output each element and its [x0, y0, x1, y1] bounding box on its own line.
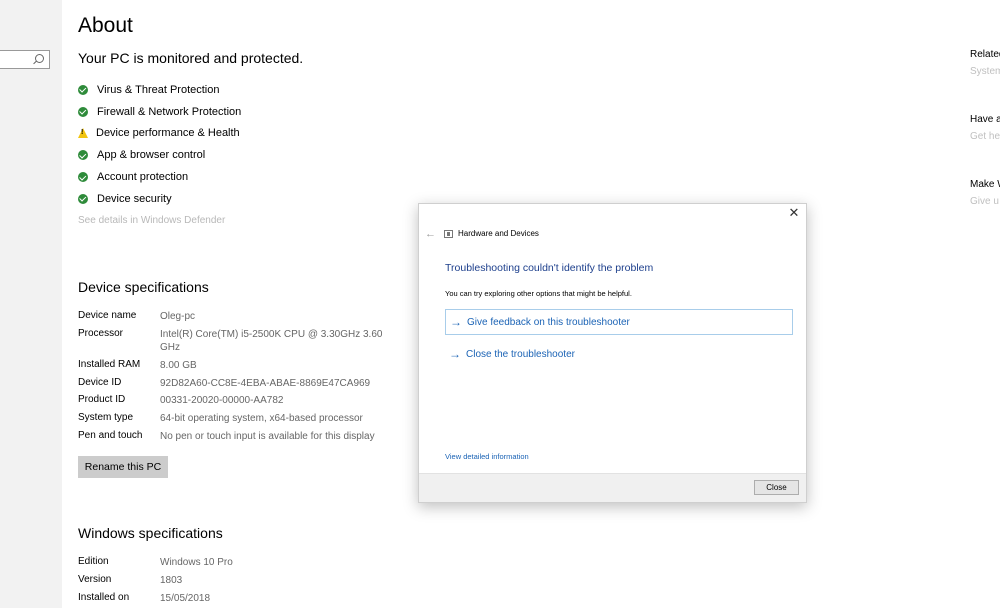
related-heading: Related: [970, 49, 1000, 60]
spec-row: Version 1803: [78, 574, 390, 587]
protection-item-label: App & browser control: [97, 149, 206, 162]
related-link[interactable]: System: [970, 66, 1000, 77]
spec-label: Edition: [78, 556, 109, 567]
spec-value[interactable]: No pen or touch input is available for t…: [160, 430, 400, 443]
spec-row: Product ID 00331-20020-00000-AA782: [78, 394, 390, 407]
spec-label: System type: [78, 412, 134, 423]
windows-specs-heading: Windows specifications: [78, 525, 223, 541]
have-question-heading: Have a: [970, 114, 1000, 125]
windows-defender-details-link[interactable]: See details in Windows Defender: [78, 215, 225, 226]
spec-value[interactable]: Windows 10 Pro: [160, 556, 390, 569]
protection-item: Account protection: [78, 166, 241, 188]
spec-value[interactable]: 00331-20020-00000-AA782: [160, 394, 390, 407]
view-detailed-info-link[interactable]: View detailed information: [445, 452, 529, 461]
close-button[interactable]: Close: [754, 480, 799, 495]
close-troubleshooter-option[interactable]: → Close the troubleshooter: [445, 341, 793, 367]
protection-item: Device performance & Health: [78, 123, 241, 145]
protection-status-heading: Your PC is monitored and protected.: [78, 50, 304, 66]
protection-item-label: Device performance & Health: [96, 127, 240, 140]
spec-value[interactable]: 92D82A60-CC8E-4EBA-ABAE-8869E47CA969: [160, 377, 390, 390]
check-circle-icon: [78, 150, 88, 161]
search-icon[interactable]: [35, 54, 44, 63]
spec-row: Edition Windows 10 Pro: [78, 556, 390, 569]
check-circle-icon: [78, 193, 88, 204]
back-arrow-icon[interactable]: ←: [425, 228, 436, 240]
protection-item: Device security: [78, 188, 241, 210]
arrow-right-icon: →: [450, 315, 462, 329]
protection-item-label: Device security: [97, 192, 172, 205]
spec-row: Device name Oleg-pc: [78, 310, 390, 323]
option-label: Give feedback on this troubleshooter: [467, 316, 630, 328]
make-windows-better-section: Make W Give u: [970, 179, 1000, 207]
spec-value[interactable]: 64-bit operating system, x64-based proce…: [160, 412, 390, 425]
spec-row: Processor Intel(R) Core(TM) i5-2500K CPU…: [78, 328, 390, 354]
spec-label: Pen and touch: [78, 430, 143, 441]
spec-label: Installed RAM: [78, 359, 141, 370]
spec-row: Installed RAM 8.00 GB: [78, 359, 390, 372]
spec-label: Device name: [78, 310, 137, 321]
protection-item: App & browser control: [78, 144, 241, 166]
spec-value[interactable]: Oleg-pc: [160, 310, 390, 323]
spec-label: Version: [78, 574, 112, 585]
arrow-right-icon: →: [449, 347, 461, 361]
rename-pc-button[interactable]: Rename this PC: [78, 456, 168, 478]
protection-item-label: Firewall & Network Protection: [97, 105, 242, 118]
spec-row: System type 64-bit operating system, x64…: [78, 412, 390, 425]
settings-search-input[interactable]: [0, 50, 50, 69]
page-title: About: [78, 14, 133, 37]
spec-label: Processor: [78, 328, 124, 339]
spec-value[interactable]: 8.00 GB: [160, 359, 390, 372]
dialog-footer: Close: [419, 473, 806, 502]
check-circle-icon: [78, 106, 88, 117]
give-feedback-option[interactable]: → Give feedback on this troubleshooter: [445, 309, 793, 335]
get-help-link[interactable]: Get he: [970, 131, 1000, 142]
dialog-headline: Troubleshooting couldn't identify the pr…: [445, 262, 654, 274]
protection-item-label: Account protection: [97, 171, 189, 184]
have-question-section: Have a Get he: [970, 114, 1000, 142]
related-settings-section: Related System: [970, 49, 1000, 77]
hardware-devices-icon: [444, 230, 453, 238]
left-nav-pane: [0, 0, 62, 608]
spec-row: Pen and touch No pen or touch input is a…: [78, 430, 400, 443]
make-windows-better-heading: Make W: [970, 179, 1000, 190]
warning-icon: [78, 128, 88, 139]
spec-row: Installed on 15/05/2018: [78, 592, 390, 605]
device-specs-heading: Device specifications: [78, 279, 209, 295]
spec-label: Product ID: [78, 394, 126, 405]
check-circle-icon: [78, 172, 88, 183]
spec-value[interactable]: 15/05/2018: [160, 592, 390, 605]
dialog-description: You can try exploring other options that…: [445, 289, 632, 298]
protection-item: Firewall & Network Protection: [78, 101, 241, 123]
protection-item: Virus & Threat Protection: [78, 79, 241, 101]
check-circle-icon: [78, 84, 88, 95]
spec-label: Installed on: [78, 592, 130, 603]
protection-item-label: Virus & Threat Protection: [97, 83, 220, 96]
protection-list: Virus & Threat Protection Firewall & Net…: [78, 79, 241, 210]
give-feedback-link[interactable]: Give u: [970, 196, 1000, 207]
spec-value[interactable]: 1803: [160, 574, 390, 587]
dialog-title: Hardware and Devices: [458, 229, 539, 238]
spec-row: Device ID 92D82A60-CC8E-4EBA-ABAE-8869E4…: [78, 377, 390, 390]
spec-value[interactable]: Intel(R) Core(TM) i5-2500K CPU @ 3.30GHz…: [160, 328, 390, 354]
troubleshooter-dialog: ✕ ← Hardware and Devices Troubleshooting…: [418, 203, 807, 503]
option-label: Close the troubleshooter: [466, 348, 575, 360]
spec-label: Device ID: [78, 377, 122, 388]
close-icon[interactable]: ✕: [787, 206, 801, 220]
